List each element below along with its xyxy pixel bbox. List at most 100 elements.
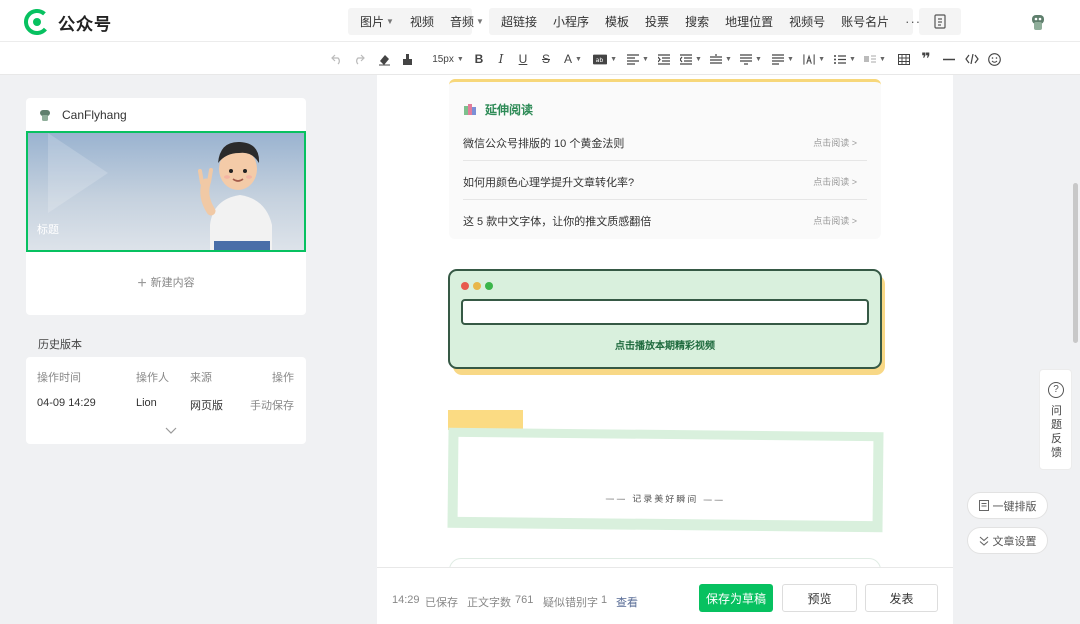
underline-button[interactable]: U <box>517 51 529 67</box>
insert-vote[interactable]: 投票 <box>637 13 677 30</box>
letter-spacing-button[interactable]: ▼ <box>803 51 825 67</box>
insert-hyperlink[interactable]: 超链接 <box>493 13 545 30</box>
document-tools-button[interactable] <box>919 8 961 35</box>
photo-frame-block: —— 记录美好瞬间 —— <box>447 427 884 533</box>
history-row-source: 网页版 <box>190 400 223 412</box>
word-count-label: 正文字数 <box>467 597 511 609</box>
paragraph-spacing-button[interactable]: ▼ <box>710 51 732 67</box>
bold-button[interactable]: B <box>473 51 485 67</box>
article-list-card: CanFlyhang 标题 + 新建内容 <box>26 98 306 315</box>
redo-button[interactable] <box>352 51 366 67</box>
feedback-char: 题 <box>1051 419 1062 431</box>
emoji-button[interactable] <box>987 51 1001 67</box>
extended-reading-item[interactable]: 如何用颜色心理学提升文章转化率? 点击阅读 > <box>463 161 867 200</box>
font-size-select[interactable]: 15px ▼ <box>430 51 466 67</box>
history-row-time: 04-09 14:29 <box>37 397 96 409</box>
insert-channels[interactable]: 视频号 <box>781 13 833 30</box>
smiley-icon <box>987 52 1001 66</box>
line-height-button[interactable]: ▼ <box>740 51 762 67</box>
align-button[interactable]: ▼ <box>627 51 649 67</box>
cover-character-illustration <box>48 133 272 250</box>
window-minimize-dot <box>473 282 481 290</box>
strikethrough-button[interactable]: S <box>540 51 552 67</box>
saved-label: 已保存 <box>425 597 458 609</box>
insert-account-card[interactable]: 账号名片 <box>833 13 897 30</box>
read-link[interactable]: 点击阅读 > <box>813 214 857 227</box>
auto-layout-button[interactable]: 一键排版 <box>967 492 1048 519</box>
new-content-button[interactable]: + 新建内容 <box>26 274 306 293</box>
insert-search[interactable]: 搜索 <box>677 13 717 30</box>
extended-reading-header: 延伸阅读 <box>464 101 533 118</box>
history-header-time: 操作时间 <box>37 372 81 384</box>
window-close-dot <box>461 282 469 290</box>
indent-button[interactable] <box>657 51 671 67</box>
outdent-button[interactable]: ▼ <box>680 51 702 67</box>
undo-icon <box>331 54 340 65</box>
account-row: CanFlyhang <box>38 108 127 122</box>
app-title: 公众号 <box>58 14 112 34</box>
paragraph-style-button[interactable]: ▼ <box>772 51 794 67</box>
app-logo[interactable]: 公众号 <box>24 9 112 35</box>
word-count: 761 <box>515 594 534 606</box>
account-name: CanFlyhang <box>62 108 127 122</box>
frame-caption: —— 记录美好瞬间 —— <box>605 494 726 506</box>
double-chevron-down-icon <box>979 536 988 546</box>
blockquote-button[interactable]: ❞ <box>919 51 933 68</box>
article-cover-selected[interactable]: 标题 <box>26 131 306 252</box>
font-color-button[interactable]: A ▼ <box>562 51 584 67</box>
history-header-operator: 操作人 <box>136 372 169 384</box>
insert-widgets-group: 超链接 小程序 模板 投票 搜索 地理位置 视频号 账号名片 ··· <box>489 8 920 35</box>
publish-button[interactable]: 发表 <box>865 584 938 612</box>
undo-button[interactable] <box>330 51 344 67</box>
insert-mini-program[interactable]: 小程序 <box>545 13 597 30</box>
background-color-button[interactable]: ab ▼ <box>593 51 617 67</box>
divider-button[interactable] <box>942 51 956 67</box>
format-painter-button[interactable] <box>377 51 391 67</box>
editor-canvas[interactable]: 延伸阅读 微信公众号排版的 10 个黄金法则 点击阅读 > 如何用颜色心理学提升… <box>377 75 953 624</box>
user-avatar-icon[interactable] <box>1028 13 1048 31</box>
extended-reading-item-title: 如何用颜色心理学提升文章转化率? <box>463 177 635 189</box>
save-draft-button[interactable]: 保存为草稿 <box>699 584 773 612</box>
float-layout-button[interactable]: ▼ <box>864 51 886 67</box>
extended-reading-item[interactable]: 微信公众号排版的 10 个黄金法则 点击阅读 > <box>463 122 867 161</box>
svg-text:ab: ab <box>596 57 604 64</box>
video-embed-frame[interactable] <box>461 299 869 325</box>
layout-doc-icon <box>978 500 989 511</box>
clear-format-button[interactable] <box>400 51 414 67</box>
history-header-source: 来源 <box>190 372 212 384</box>
typo-count: 1 <box>601 594 608 606</box>
list-button[interactable]: ▼ <box>834 51 856 67</box>
books-icon <box>464 104 476 115</box>
extended-reading-item[interactable]: 这 5 款中文字体，让你的推文质感翻倍 点击阅读 > <box>463 200 867 239</box>
insert-audio-menu[interactable]: 音频 ▼ <box>442 13 492 30</box>
chevron-down-icon[interactable] <box>165 427 177 435</box>
read-link[interactable]: 点击阅读 > <box>813 175 857 188</box>
history-title: 历史版本 <box>38 339 82 351</box>
insert-table-button[interactable] <box>897 51 911 67</box>
insert-template[interactable]: 模板 <box>597 13 637 30</box>
bulleted-list-icon <box>834 54 847 64</box>
brush-icon <box>402 53 412 65</box>
align-left-icon <box>627 53 640 65</box>
video-block[interactable]: 点击播放本期精彩视频 <box>448 269 882 369</box>
typo-label: 疑似错别字 <box>543 597 598 609</box>
wechat-mp-logo-icon <box>24 9 50 35</box>
read-link[interactable]: 点击阅读 > <box>813 136 857 149</box>
insert-image-menu[interactable]: 图片 ▼ <box>352 13 402 30</box>
indent-icon <box>658 53 670 65</box>
insert-location[interactable]: 地理位置 <box>717 13 781 30</box>
check-typos-link[interactable]: 查看 <box>616 594 638 610</box>
italic-button[interactable]: I <box>495 51 507 67</box>
insert-video-menu[interactable]: 视频 <box>402 13 442 30</box>
new-content-label: 新建内容 <box>150 277 195 289</box>
page-scrollbar-track[interactable] <box>1072 75 1080 624</box>
feedback-button[interactable]: ? 问 题 反 馈 <box>1039 369 1072 470</box>
code-button[interactable] <box>964 51 980 67</box>
page-scrollbar-thumb[interactable] <box>1073 183 1078 343</box>
video-play-label[interactable]: 点击播放本期精彩视频 <box>450 337 880 352</box>
extended-reading-title: 延伸阅读 <box>485 103 534 117</box>
article-settings-button[interactable]: 文章设置 <box>967 527 1048 554</box>
insert-media-group: 图片 ▼ 视频 音频 ▼ <box>348 8 484 35</box>
history-table: 操作时间 操作人 来源 操作 04-09 14:29 Lion 网页版 手动保存 <box>26 357 306 444</box>
preview-button[interactable]: 预览 <box>782 584 857 612</box>
